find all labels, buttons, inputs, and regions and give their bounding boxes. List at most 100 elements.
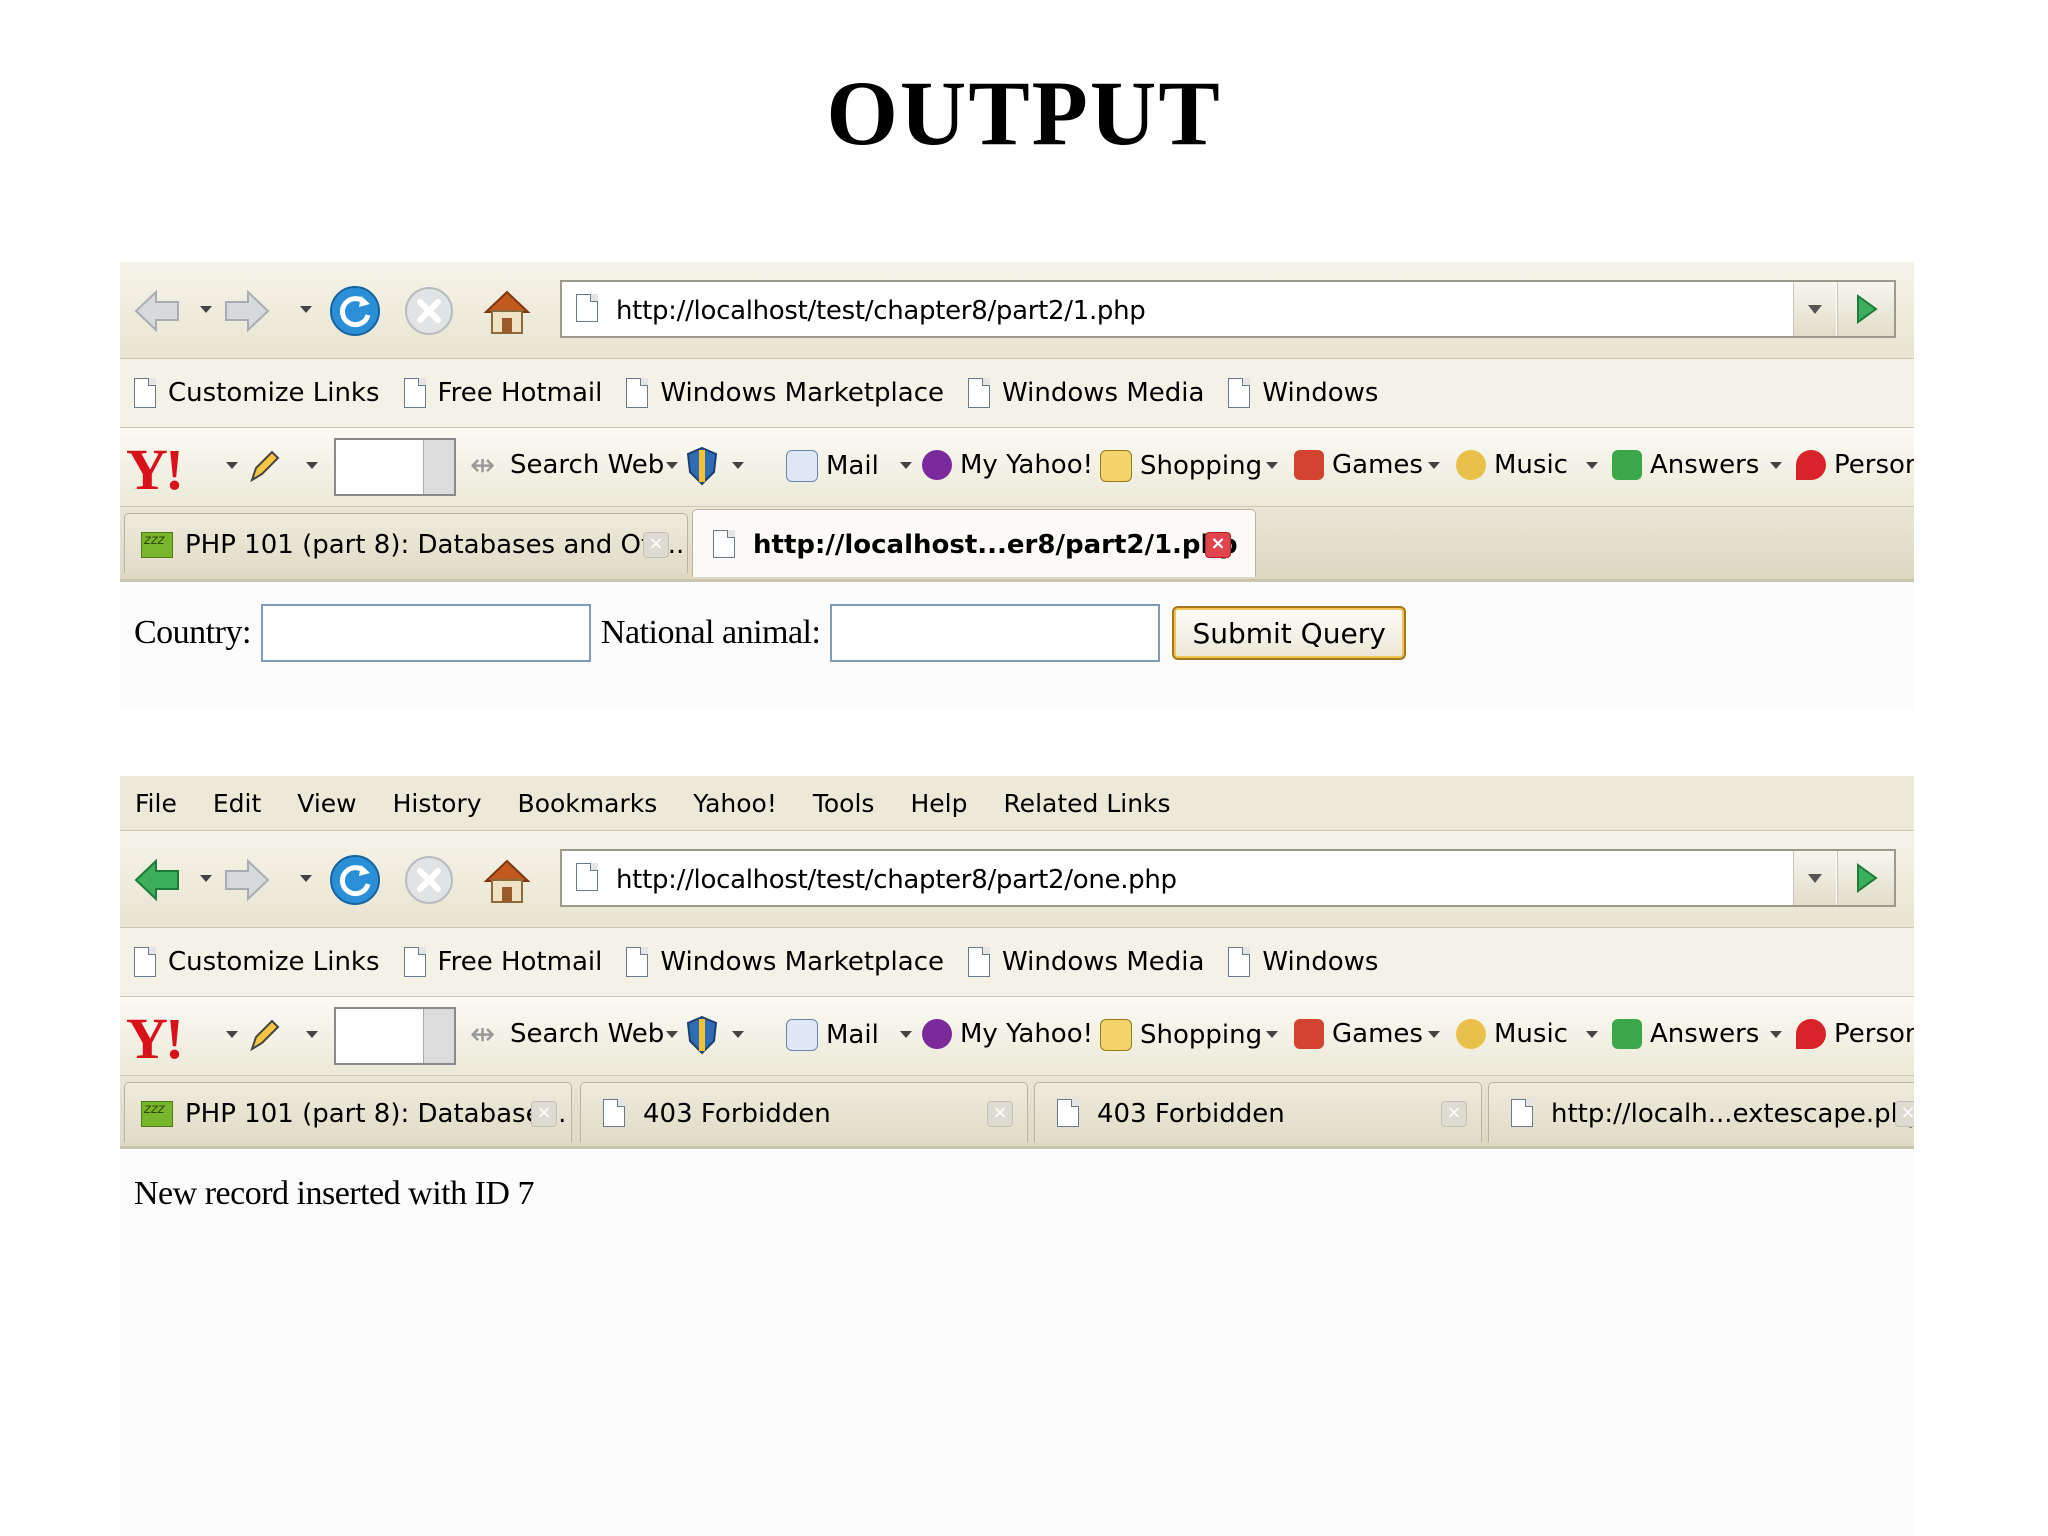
menu-related-links[interactable]: Related Links: [1003, 789, 1170, 818]
personals-button[interactable]: Person: [1796, 1019, 1914, 1049]
tab-403-forbidden-1[interactable]: 403 Forbidden ×: [580, 1082, 1028, 1142]
national-animal-input[interactable]: [830, 604, 1161, 662]
music-dropdown[interactable]: [1586, 1031, 1598, 1038]
address-history-dropdown[interactable]: [1793, 851, 1836, 905]
bookmark-windows[interactable]: Windows: [1228, 947, 1378, 977]
tab-403-forbidden-2[interactable]: 403 Forbidden ×: [1034, 1082, 1482, 1142]
go-button[interactable]: [1837, 282, 1894, 336]
search-web-button[interactable]: Search Web: [510, 450, 664, 480]
yahoo-mail-button[interactable]: Mail: [786, 450, 879, 482]
address-bar[interactable]: http://localhost/test/chapter8/part2/one…: [560, 849, 1896, 907]
menu-edit[interactable]: Edit: [213, 789, 261, 818]
yahoo-menu-dropdown[interactable]: [226, 1031, 238, 1038]
home-icon[interactable]: [480, 853, 534, 907]
back-arrow-icon[interactable]: [130, 853, 184, 907]
bookmark-customize-links[interactable]: Customize Links: [134, 947, 380, 977]
forward-arrow-icon[interactable]: [220, 284, 274, 338]
menu-history[interactable]: History: [393, 789, 482, 818]
menu-view[interactable]: View: [297, 789, 356, 818]
back-arrow-icon[interactable]: [130, 284, 184, 338]
mail-dropdown[interactable]: [900, 462, 912, 469]
tab-localhost-1php[interactable]: http://localhost...er8/part2/1.php ×: [692, 509, 1256, 577]
my-yahoo-button[interactable]: My Yahoo!: [922, 450, 1093, 480]
go-button[interactable]: [1837, 851, 1894, 905]
tab-close-icon[interactable]: ×: [531, 1101, 557, 1127]
shopping-bag-icon: [1100, 450, 1132, 482]
menu-help[interactable]: Help: [910, 789, 967, 818]
submit-query-button[interactable]: Submit Query: [1172, 606, 1406, 660]
music-button[interactable]: Music: [1456, 450, 1568, 480]
shield-icon[interactable]: [686, 446, 718, 486]
answers-button[interactable]: Answers: [1612, 1019, 1759, 1049]
country-input[interactable]: [260, 604, 591, 662]
pencil-dropdown[interactable]: [306, 462, 318, 469]
games-dropdown[interactable]: [1428, 462, 1440, 469]
bookmark-customize-links[interactable]: Customize Links: [134, 378, 380, 408]
pencil-dropdown[interactable]: [306, 1031, 318, 1038]
bookmark-windows-media[interactable]: Windows Media: [968, 947, 1204, 977]
yahoo-search-input[interactable]: [334, 438, 456, 496]
shopping-dropdown[interactable]: [1266, 462, 1278, 469]
yahoo-search-input[interactable]: [334, 1007, 456, 1065]
shopping-button[interactable]: Shopping: [1100, 1019, 1262, 1051]
bookmark-windows-media[interactable]: Windows Media: [968, 378, 1204, 408]
bookmark-windows-marketplace[interactable]: Windows Marketplace: [626, 947, 944, 977]
shield-icon[interactable]: [686, 1015, 718, 1055]
answers-dropdown[interactable]: [1770, 1031, 1782, 1038]
my-yahoo-button[interactable]: My Yahoo!: [922, 1019, 1093, 1049]
home-icon[interactable]: [480, 284, 534, 338]
tab-localhost-extescape[interactable]: http://localh...extescape.php ×: [1488, 1082, 1914, 1142]
tab-close-icon[interactable]: ×: [1895, 1101, 1914, 1127]
shield-dropdown[interactable]: [732, 462, 744, 469]
games-dropdown[interactable]: [1428, 1031, 1440, 1038]
search-web-button[interactable]: Search Web: [510, 1019, 664, 1049]
shield-dropdown[interactable]: [732, 1031, 744, 1038]
music-button[interactable]: Music: [1456, 1019, 1568, 1049]
address-history-dropdown[interactable]: [1793, 282, 1836, 336]
address-url[interactable]: http://localhost/test/chapter8/part2/one…: [616, 865, 1177, 895]
yahoo-logo[interactable]: Y!: [126, 1005, 184, 1072]
stop-icon[interactable]: [402, 284, 456, 338]
yahoo-menu-dropdown[interactable]: [226, 462, 238, 469]
reload-icon[interactable]: [328, 284, 382, 338]
forward-history-dropdown[interactable]: [300, 306, 312, 313]
tab-close-icon[interactable]: ×: [643, 532, 669, 558]
tab-php101[interactable]: PHP 101 (part 8): Database... ×: [124, 1082, 572, 1142]
personals-button[interactable]: Person: [1796, 450, 1914, 480]
forward-arrow-icon[interactable]: [220, 853, 274, 907]
answers-dropdown[interactable]: [1770, 462, 1782, 469]
tab-close-icon[interactable]: ×: [1205, 532, 1231, 558]
bookmark-windows[interactable]: Windows: [1228, 378, 1378, 408]
pencil-icon[interactable]: [246, 448, 280, 486]
yahoo-logo[interactable]: Y!: [126, 436, 184, 503]
bookmark-free-hotmail[interactable]: Free Hotmail: [403, 378, 602, 408]
page-icon: [403, 947, 426, 977]
back-history-dropdown[interactable]: [200, 875, 212, 882]
games-button[interactable]: Games: [1294, 1019, 1423, 1049]
back-history-dropdown[interactable]: [200, 306, 212, 313]
address-url[interactable]: http://localhost/test/chapter8/part2/1.p…: [616, 296, 1146, 326]
menu-yahoo[interactable]: Yahoo!: [693, 789, 777, 818]
games-button[interactable]: Games: [1294, 450, 1423, 480]
tab-close-icon[interactable]: ×: [1441, 1101, 1467, 1127]
shopping-button[interactable]: Shopping: [1100, 450, 1262, 482]
answers-button[interactable]: Answers: [1612, 450, 1759, 480]
menu-bookmarks[interactable]: Bookmarks: [518, 789, 658, 818]
shopping-dropdown[interactable]: [1266, 1031, 1278, 1038]
tab-close-icon[interactable]: ×: [987, 1101, 1013, 1127]
bookmark-free-hotmail[interactable]: Free Hotmail: [403, 947, 602, 977]
reload-icon[interactable]: [328, 853, 382, 907]
mail-dropdown[interactable]: [900, 1031, 912, 1038]
menu-tools[interactable]: Tools: [813, 789, 875, 818]
stop-icon[interactable]: [402, 853, 456, 907]
search-web-dropdown[interactable]: [666, 462, 678, 469]
menu-file[interactable]: File: [135, 789, 177, 818]
search-web-dropdown[interactable]: [666, 1031, 678, 1038]
pencil-icon[interactable]: [246, 1017, 280, 1055]
bookmark-windows-marketplace[interactable]: Windows Marketplace: [626, 378, 944, 408]
yahoo-mail-button[interactable]: Mail: [786, 1019, 879, 1051]
forward-history-dropdown[interactable]: [300, 875, 312, 882]
tab-php101[interactable]: PHP 101 (part 8): Databases and Oth... ×: [124, 513, 688, 573]
address-bar[interactable]: http://localhost/test/chapter8/part2/1.p…: [560, 280, 1896, 338]
music-dropdown[interactable]: [1586, 462, 1598, 469]
